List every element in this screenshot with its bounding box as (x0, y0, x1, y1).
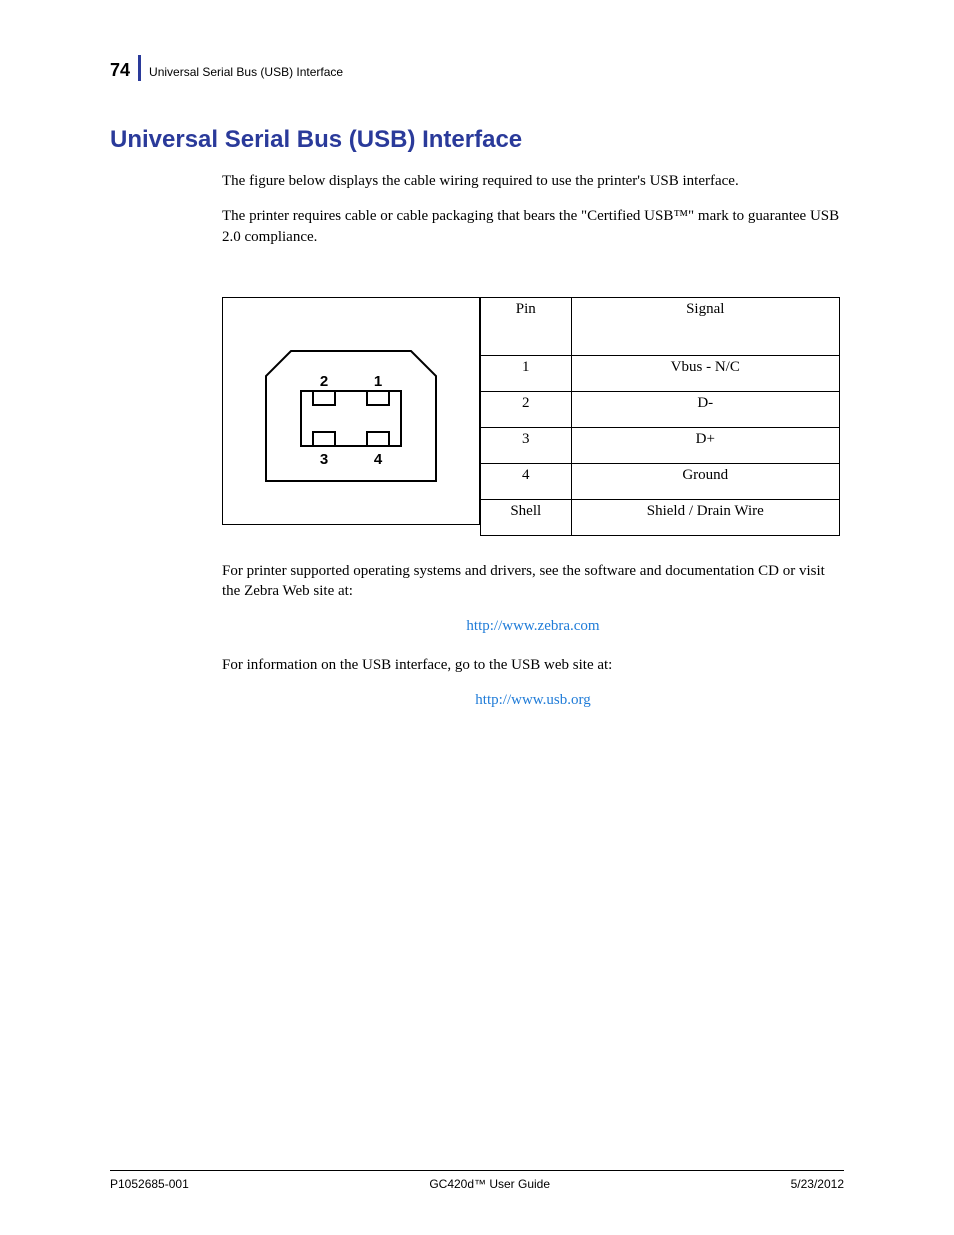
connector-diagram-cell: 2 1 3 4 (222, 297, 480, 525)
table-row: 1 Vbus - N/C (481, 355, 840, 391)
paragraph-1: The figure below displays the cable wiri… (222, 171, 844, 191)
table-row: 4 Ground (481, 463, 840, 499)
footer-divider (110, 1170, 844, 1171)
cell-signal: Vbus - N/C (571, 355, 839, 391)
cell-signal: D- (571, 391, 839, 427)
cell-signal: Shield / Drain Wire (571, 499, 839, 535)
page-number: 74 (110, 60, 130, 81)
footer-row: P1052685-001 GC420d™ User Guide 5/23/201… (110, 1177, 844, 1191)
cell-pin: 1 (481, 355, 572, 391)
usb-link[interactable]: http://www.usb.org (222, 690, 844, 710)
footer-center: GC420d™ User Guide (429, 1177, 550, 1191)
paragraph-3: For printer supported operating systems … (222, 561, 844, 602)
pin-signal-table: Pin Signal 1 Vbus - N/C 2 D- 3 D+ 4 Grou… (480, 297, 840, 536)
usb-connector-icon: 2 1 3 4 (251, 316, 451, 506)
table-row: 3 D+ (481, 427, 840, 463)
body-text-2: For printer supported operating systems … (222, 561, 844, 710)
page-footer: P1052685-001 GC420d™ User Guide 5/23/201… (110, 1170, 844, 1191)
figure-table-block: 2 1 3 4 Pin Signal 1 Vbus - N/C 2 D- 3 D… (222, 297, 844, 536)
header-divider (138, 55, 141, 81)
zebra-link[interactable]: http://www.zebra.com (222, 616, 844, 636)
paragraph-4: For information on the USB interface, go… (222, 655, 844, 675)
cell-signal: Ground (571, 463, 839, 499)
running-title: Universal Serial Bus (USB) Interface (149, 65, 343, 81)
cell-signal: D+ (571, 427, 839, 463)
footer-left: P1052685-001 (110, 1177, 189, 1191)
footer-right: 5/23/2012 (791, 1177, 844, 1191)
document-page: 74 Universal Serial Bus (USB) Interface … (0, 0, 954, 1235)
table-header-row: Pin Signal (481, 297, 840, 355)
header-pin: Pin (481, 297, 572, 355)
paragraph-2: The printer requires cable or cable pack… (222, 206, 844, 247)
table-row: Shell Shield / Drain Wire (481, 499, 840, 535)
cell-pin: 2 (481, 391, 572, 427)
connector-label-1: 1 (374, 373, 382, 390)
cell-pin: Shell (481, 499, 572, 535)
cell-pin: 4 (481, 463, 572, 499)
body-text: The figure below displays the cable wiri… (222, 171, 844, 247)
connector-label-4: 4 (374, 451, 383, 468)
table-row: 2 D- (481, 391, 840, 427)
header-signal: Signal (571, 297, 839, 355)
section-title: Universal Serial Bus (USB) Interface (110, 126, 844, 154)
page-header: 74 Universal Serial Bus (USB) Interface (110, 55, 844, 81)
cell-pin: 3 (481, 427, 572, 463)
connector-label-3: 3 (320, 451, 328, 468)
connector-label-2: 2 (320, 373, 328, 390)
